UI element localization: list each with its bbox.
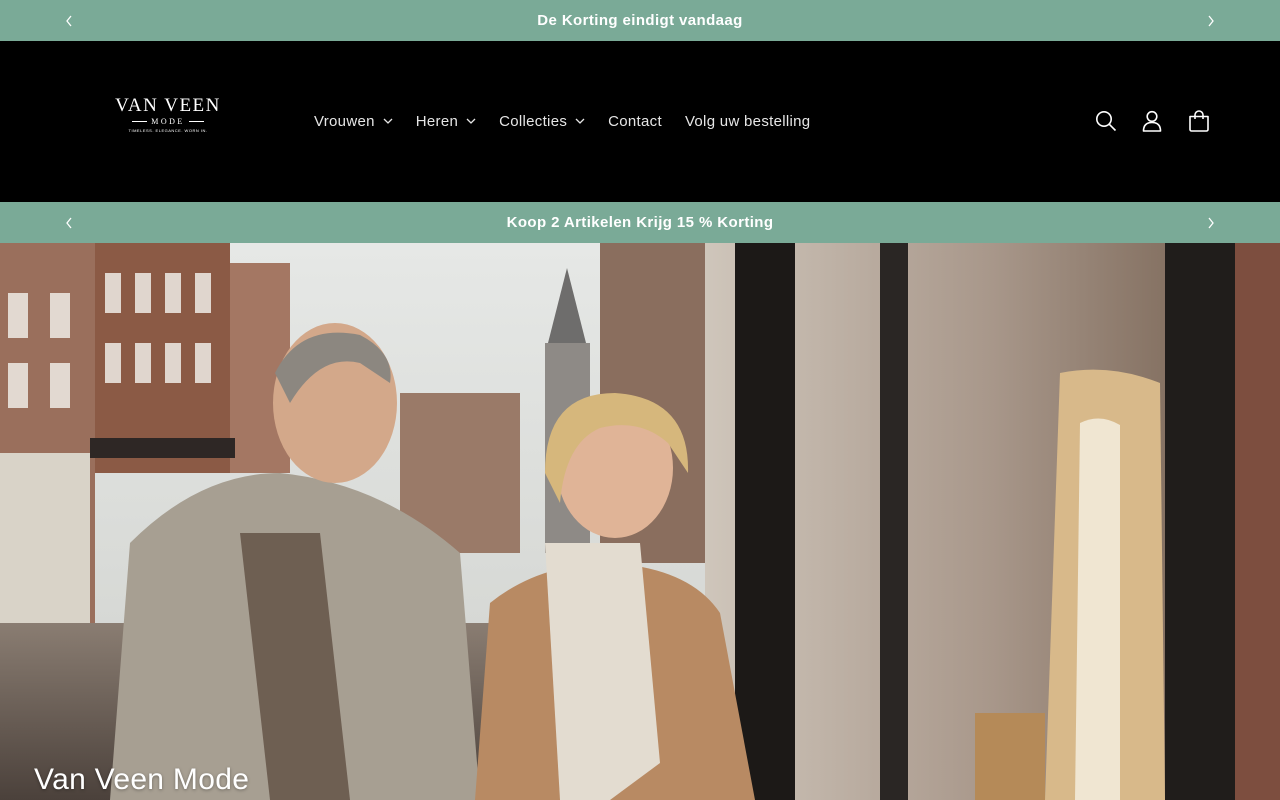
chevron-down-icon: [466, 118, 476, 124]
nav-item-heren[interactable]: Heren: [416, 113, 476, 130]
nav-item-label: Vrouwen: [314, 112, 375, 130]
search-icon: [1096, 111, 1117, 132]
logo-tagline: TIMELESS. ELEGANCE. WORN IN.: [128, 128, 208, 133]
announcement-next-button[interactable]: [1191, 0, 1231, 41]
announcement-text: De Korting eindigt vandaag: [537, 12, 743, 29]
logo[interactable]: VAN VEEN MODE TIMELESS. ELEGANCE. WORN I…: [108, 96, 228, 136]
logo-divider: [188, 121, 204, 122]
chevron-right-icon: [1208, 15, 1214, 26]
chevron-right-icon: [1208, 217, 1214, 228]
nav-item-label: Volg uw bestelling: [684, 112, 811, 130]
chevron-left-icon: [66, 217, 72, 228]
account-button[interactable]: [1140, 109, 1164, 133]
nav-item-collecties[interactable]: Collecties: [499, 113, 585, 130]
site-header: VAN VEEN MODE TIMELESS. ELEGANCE. WORN I…: [0, 41, 1280, 202]
nav-item-label: Contact: [608, 112, 662, 130]
announcement-text: Koop 2 Artikelen Krijg 15 % Korting: [506, 214, 774, 231]
logo-name: VAN VEEN: [115, 95, 221, 116]
account-icon: [1142, 110, 1162, 132]
chevron-down-icon: [383, 118, 393, 124]
announcement-bar-top: De Korting eindigt vandaag: [0, 0, 1280, 41]
cart-icon: [1189, 110, 1209, 132]
nav-item-label: Collecties: [499, 112, 568, 130]
nav-item-label: Heren: [415, 112, 459, 130]
chevron-left-icon: [66, 15, 72, 26]
logo-divider: [132, 121, 148, 122]
hero-title: Van Veen Mode: [34, 763, 250, 796]
search-button[interactable]: [1094, 109, 1118, 133]
logo-sub: MODE: [151, 117, 185, 126]
announcement-bar-bottom: Koop 2 Artikelen Krijg 15 % Korting: [0, 202, 1280, 243]
chevron-down-icon: [575, 118, 585, 124]
nav-item-contact[interactable]: Contact: [608, 113, 662, 130]
nav-item-vrouwen[interactable]: Vrouwen: [314, 113, 393, 130]
hero-banner[interactable]: Van Veen Mode: [0, 243, 1280, 800]
hero-image: [0, 243, 1280, 800]
announcement-prev-button[interactable]: [49, 0, 89, 41]
nav-item-volg-uw-bestelling[interactable]: Volg uw bestelling: [685, 113, 810, 130]
main-nav: Vrouwen Heren Collecties Contact Volg uw…: [314, 109, 810, 133]
announcement-next-button[interactable]: [1191, 202, 1231, 243]
announcement-prev-button[interactable]: [49, 202, 89, 243]
cart-button[interactable]: [1187, 109, 1211, 133]
